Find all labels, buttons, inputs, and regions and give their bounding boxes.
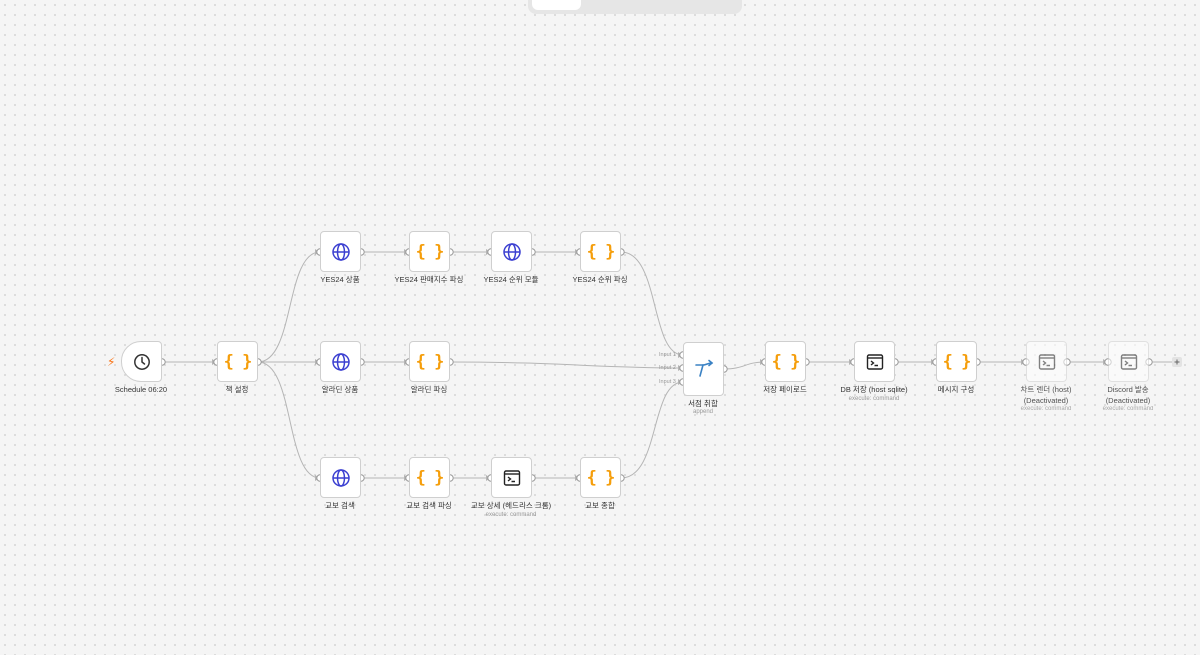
merge-input-label: Input 3	[659, 379, 676, 385]
globe-icon	[331, 242, 350, 261]
terminal-icon	[1038, 353, 1055, 370]
node-deactivated-label: (Deactivated)	[1105, 396, 1151, 405]
merge-input-label: Input 1	[659, 352, 676, 358]
node-yes24-product[interactable]	[320, 231, 361, 272]
merge-icon	[694, 359, 713, 377]
node-label: 알라딘 파싱	[410, 385, 448, 394]
node-schedule-trigger[interactable]	[121, 341, 162, 382]
node-subtitle: execute: command	[1102, 406, 1154, 412]
globe-icon	[331, 352, 350, 371]
node-db-save[interactable]	[854, 341, 895, 382]
code-braces-icon: { }	[415, 241, 445, 262]
node-label: 교보 종합	[585, 501, 615, 510]
globe-icon	[331, 468, 350, 487]
globe-icon	[502, 242, 521, 261]
node-subtitle: execute: command	[485, 512, 537, 518]
node-save-payload[interactable]: { }	[765, 341, 806, 382]
add-node-icon	[1172, 357, 1182, 367]
trigger-bolt-icon: ⚡	[107, 355, 116, 369]
code-braces-icon: { }	[586, 467, 616, 488]
code-braces-icon: { }	[223, 351, 253, 372]
node-yes24-sales-parse[interactable]: { }	[409, 231, 450, 272]
node-chart-render[interactable]	[1026, 341, 1067, 382]
node-book-setting[interactable]: { }	[217, 341, 258, 382]
terminal-icon	[1120, 353, 1137, 370]
node-subtitle: append	[692, 409, 714, 415]
node-kyobo-total[interactable]: { }	[580, 457, 621, 498]
code-braces-icon: { }	[586, 241, 616, 262]
node-discord-send[interactable]	[1108, 341, 1149, 382]
node-kyobo-detail[interactable]	[491, 457, 532, 498]
clock-icon	[133, 353, 150, 370]
node-kyobo-search[interactable]	[320, 457, 361, 498]
node-label: Discord 발송	[1107, 385, 1149, 394]
node-kyobo-search-parse[interactable]: { }	[409, 457, 450, 498]
code-braces-icon: { }	[415, 467, 445, 488]
code-braces-icon: { }	[942, 351, 972, 372]
node-aladin-parse[interactable]: { }	[409, 341, 450, 382]
node-yes24-rank-parse[interactable]: { }	[580, 231, 621, 272]
terminal-icon	[866, 353, 883, 370]
node-aladin-product[interactable]	[320, 341, 361, 382]
node-yes24-rank-module[interactable]	[491, 231, 532, 272]
node-subtitle: execute: command	[848, 396, 900, 402]
code-braces-icon: { }	[771, 351, 801, 372]
merge-input-label: Input 2	[659, 365, 676, 371]
node-label: 서점 취합	[688, 399, 718, 408]
node-message[interactable]: { }	[936, 341, 977, 382]
connections	[158, 248, 1182, 482]
terminal-icon	[503, 469, 520, 486]
node-label: YES24 순위 파싱	[572, 275, 628, 284]
code-braces-icon: { }	[415, 351, 445, 372]
